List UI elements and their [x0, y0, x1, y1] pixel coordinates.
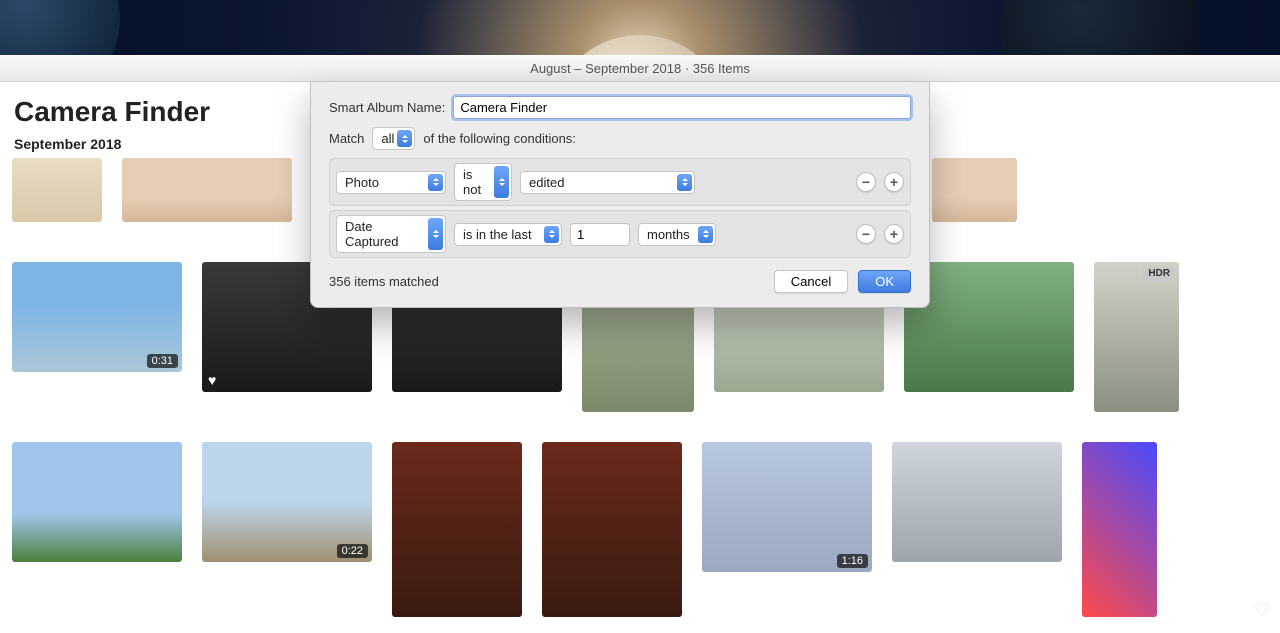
match-suffix: of the following conditions:: [423, 131, 575, 146]
photo-thumbnail[interactable]: [542, 442, 682, 617]
summary-toolbar: August – September 2018 · 356 Items: [0, 55, 1280, 82]
photo-thumbnail[interactable]: [122, 158, 292, 222]
hdr-badge: HDR: [1143, 266, 1175, 281]
condition-field-select[interactable]: Photo: [336, 171, 446, 194]
condition-row: Date Captured is in the last months − +: [329, 210, 911, 258]
thumbnail-row: 0:22 1:16: [12, 442, 1268, 617]
cancel-button[interactable]: Cancel: [774, 270, 848, 293]
matched-count: 356 items matched: [329, 274, 439, 289]
album-name-input[interactable]: [453, 96, 911, 119]
condition-op-value: is in the last: [463, 227, 532, 242]
condition-value-value: edited: [529, 175, 564, 190]
photo-thumbnail[interactable]: [12, 158, 102, 222]
header-banner: [0, 0, 1280, 55]
duration-badge: 1:16: [837, 554, 868, 568]
condition-op-select[interactable]: is in the last: [454, 223, 562, 246]
condition-value-select[interactable]: edited: [520, 171, 695, 194]
banner-moon: [550, 35, 730, 55]
select-arrows-icon: [397, 130, 412, 147]
photo-thumbnail[interactable]: [932, 158, 1017, 222]
condition-number-input[interactable]: [570, 223, 630, 246]
photo-thumbnail[interactable]: [392, 442, 522, 617]
condition-unit-value: months: [647, 227, 690, 242]
photo-thumbnail[interactable]: 1:16: [702, 442, 872, 572]
condition-field-select[interactable]: Date Captured: [336, 215, 446, 253]
duration-badge: 0:31: [147, 354, 178, 368]
condition-op-select[interactable]: is not: [454, 163, 512, 201]
match-mode-value: all: [381, 131, 394, 146]
select-arrows-icon: [698, 226, 713, 243]
ok-button[interactable]: OK: [858, 270, 911, 293]
condition-op-value: is not: [463, 167, 491, 197]
summary-text: August – September 2018 · 356 Items: [530, 61, 750, 76]
photo-thumbnail[interactable]: [892, 442, 1062, 562]
condition-unit-select[interactable]: months: [638, 223, 716, 246]
remove-condition-button[interactable]: −: [856, 172, 876, 192]
favorite-icon: ♥: [208, 372, 216, 388]
smart-album-dialog: Smart Album Name: Match all of the follo…: [310, 82, 930, 308]
add-condition-button[interactable]: +: [884, 224, 904, 244]
select-arrows-icon: [544, 226, 559, 243]
select-arrows-icon: [494, 166, 509, 198]
photo-thumbnail[interactable]: 0:22: [202, 442, 372, 562]
select-arrows-icon: [428, 218, 443, 250]
add-condition-button[interactable]: +: [884, 172, 904, 192]
select-arrows-icon: [428, 174, 443, 191]
favorite-outline-icon[interactable]: ♡: [1254, 600, 1270, 621]
select-arrows-icon: [677, 174, 692, 191]
duration-badge: 0:22: [337, 544, 368, 558]
photo-thumbnail[interactable]: HDR: [1094, 262, 1179, 412]
condition-field-value: Photo: [345, 175, 379, 190]
photo-thumbnail[interactable]: [12, 442, 182, 562]
photo-thumbnail[interactable]: [1082, 442, 1157, 617]
remove-condition-button[interactable]: −: [856, 224, 876, 244]
match-mode-select[interactable]: all: [372, 127, 415, 150]
condition-field-value: Date Captured: [345, 219, 425, 249]
photo-thumbnail[interactable]: 0:31: [12, 262, 182, 372]
name-label: Smart Album Name:: [329, 100, 445, 115]
match-prefix: Match: [329, 131, 364, 146]
condition-row: Photo is not edited − +: [329, 158, 911, 206]
